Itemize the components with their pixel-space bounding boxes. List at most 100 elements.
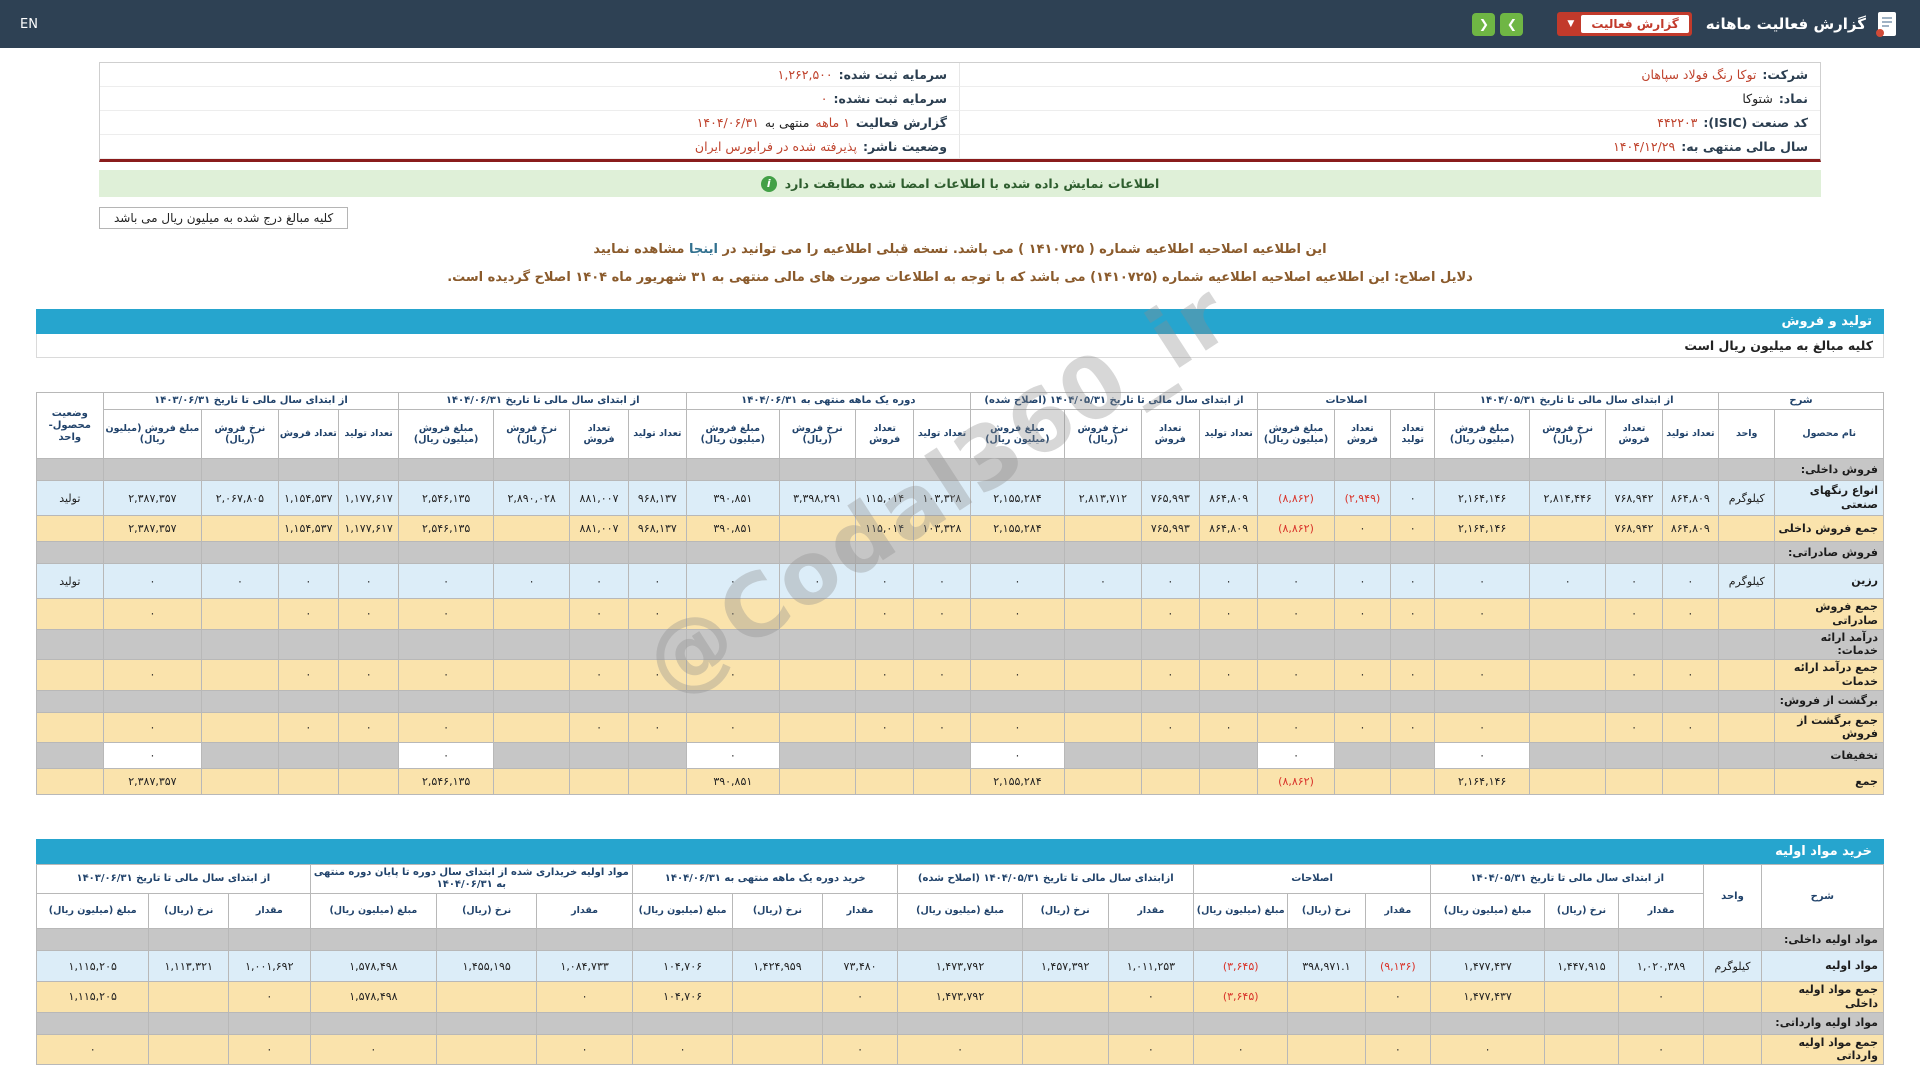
- table-cell: [103, 690, 202, 712]
- table-cell: ۱,۱۵۴,۵۳۷: [278, 481, 338, 516]
- column-group-header: شرح: [1761, 865, 1883, 929]
- table-cell: ۰: [970, 599, 1065, 630]
- table-cell: ۱۰۴,۷۰۶: [633, 982, 733, 1013]
- table-cell: ۰: [570, 660, 628, 691]
- table-cell: [1606, 542, 1662, 564]
- table-cell: ۰: [399, 743, 494, 769]
- table-cell: [1662, 542, 1718, 564]
- table-cell: ۳۹۸,۹۷۱.۱: [1288, 951, 1366, 982]
- table-cell: ۱,۱۵۴,۵۳۷: [278, 516, 338, 542]
- amounts-unit-note: کلیه مبالغ درج شده به میلیون ریال می باش…: [99, 207, 348, 229]
- table-cell: [1391, 743, 1435, 769]
- table-cell: جمع مواد اولیه داخلی: [1761, 982, 1883, 1013]
- column-header: مبلغ (میلیون ریال): [1430, 894, 1544, 929]
- table-cell: ۰: [822, 1034, 898, 1065]
- table-cell: [1704, 929, 1761, 951]
- table-cell: [779, 516, 855, 542]
- table-cell: ۰: [1435, 599, 1530, 630]
- table-cell: ۰: [493, 564, 569, 599]
- column-header: مبلغ (میلیون ریال): [1194, 894, 1288, 929]
- table-cell: ۸۶۴,۸۰۹: [1662, 516, 1718, 542]
- next-report-button[interactable]: ❯: [1500, 13, 1523, 36]
- table-cell: [1529, 743, 1605, 769]
- fiscal-year-end-value: ۱۴۰۴/۱۲/۲۹: [1613, 139, 1675, 154]
- table-row: رزینکیلوگرم۰۰۰۰۰۰۰۰۰۰۰۰۰۰۰۰۰۰۰۰۰۰۰تولید: [37, 564, 1884, 599]
- table-row: انواع رنگهای صنعتیکیلوگرم۸۶۴,۸۰۹۷۶۸,۹۴۲۲…: [37, 481, 1884, 516]
- table-cell: ۲,۵۴۶,۱۳۵: [399, 516, 494, 542]
- table-cell: [1141, 459, 1199, 481]
- column-group-header: از ابتدای سال مالی تا تاریخ ۱۴۰۳/۰۶/۳۱: [103, 393, 399, 410]
- table-cell: [779, 542, 855, 564]
- report-period-value: ۱ ماهه: [815, 115, 850, 130]
- column-group-header: وضعیت محصول-واحد: [37, 393, 104, 459]
- column-header: نرخ (ریال): [1545, 894, 1618, 929]
- table-cell: ۹۶۸,۱۳۷: [628, 481, 686, 516]
- company-name-value[interactable]: توکا رنگ فولاد سپاهان: [1641, 67, 1756, 82]
- table-cell: [570, 542, 628, 564]
- amounts-note-wrap: کلیه مبالغ درج شده به میلیون ریال می باش…: [99, 207, 1821, 229]
- section-header-raw-materials: خرید مواد اولیه: [36, 839, 1884, 864]
- table-cell: [1065, 660, 1141, 691]
- table-cell: [628, 743, 686, 769]
- table-cell: [1662, 459, 1718, 481]
- table-cell: [914, 743, 970, 769]
- table-cell: ۱,۰۰۱,۶۹۲: [229, 951, 311, 982]
- table-cell: ۰: [856, 564, 914, 599]
- table-cell: ۰: [229, 982, 311, 1013]
- table-cell: [1545, 1012, 1618, 1034]
- table-row: جمع مواد اولیه وارداتی۰۰۰۰۰۰۰۰۰۰۰۰: [37, 1034, 1884, 1065]
- amendment-reason-text: دلایل اصلاح: این اطلاعیه اصلاحیه اطلاعیه…: [447, 270, 1473, 285]
- report-type-dropdown[interactable]: گزارش فعالیت ▼: [1557, 12, 1691, 36]
- table-cell: [898, 1012, 1023, 1034]
- table-cell: ۲,۸۹۰,۰۲۸: [493, 481, 569, 516]
- table-cell: [1199, 542, 1257, 564]
- table-cell: [437, 982, 537, 1013]
- table-cell: ۰: [914, 712, 970, 743]
- table-cell: [779, 459, 855, 481]
- table-cell: ۰: [856, 712, 914, 743]
- table-cell: [1430, 929, 1544, 951]
- table-cell: ۰: [399, 599, 494, 630]
- table-cell: ۰: [628, 564, 686, 599]
- table-cell: ۰: [1199, 660, 1257, 691]
- table-cell: ۰: [970, 564, 1065, 599]
- table-cell: [338, 690, 398, 712]
- table-cell: [570, 690, 628, 712]
- table-cell: [1065, 712, 1141, 743]
- table-cell: [338, 459, 398, 481]
- table-cell: [1529, 459, 1605, 481]
- column-group-header: دوره یک ماهه منتهی به ۱۴۰۴/۰۶/۳۱: [687, 393, 971, 410]
- table-cell: [1529, 690, 1605, 712]
- previous-version-link[interactable]: اینجا: [689, 242, 718, 257]
- table-cell: [1435, 690, 1530, 712]
- table-cell: [493, 743, 569, 769]
- table-cell: ۰: [1258, 564, 1334, 599]
- table-cell: [1529, 599, 1605, 630]
- table-cell: (۳,۶۴۵): [1194, 951, 1288, 982]
- table-cell: مواد اولیه: [1761, 951, 1883, 982]
- table-cell: [1141, 743, 1199, 769]
- table-cell: رزین: [1775, 564, 1884, 599]
- column-group-header: از ابتدای سال مالی تا تاریخ ۱۴۰۴/۰۵/۳۱: [1435, 393, 1719, 410]
- table-row: جمع۲,۱۶۴,۱۴۶(۸,۸۶۲)۲,۱۵۵,۲۸۴۳۹۰,۸۵۱۲,۵۴۶…: [37, 769, 1884, 795]
- table-cell: ۰: [1199, 564, 1257, 599]
- column-group-header: اصلاحات: [1194, 865, 1431, 894]
- column-header: مقدار: [822, 894, 898, 929]
- table-cell: ۰: [914, 599, 970, 630]
- language-toggle-en[interactable]: EN: [20, 17, 38, 32]
- table-cell: ۰: [1435, 712, 1530, 743]
- column-group-header: اصلاحات: [1258, 393, 1435, 410]
- table-cell: ۱,۱۱۵,۲۰۵: [37, 951, 149, 982]
- table-cell: [914, 769, 970, 795]
- table-cell: [1065, 769, 1141, 795]
- table-cell: [687, 629, 780, 660]
- column-header: تعداد فروش: [1334, 410, 1390, 459]
- table-cell: انواع رنگهای صنعتی: [1775, 481, 1884, 516]
- previous-report-button[interactable]: ❮: [1472, 13, 1495, 36]
- table-cell: ۰: [570, 599, 628, 630]
- column-group-header: واحد: [1704, 865, 1761, 929]
- table-cell: [493, 542, 569, 564]
- table-cell: ۲,۰۶۷,۸۰۵: [202, 481, 278, 516]
- table-cell: [570, 769, 628, 795]
- table-cell: مواد اولیه داخلی:: [1761, 929, 1883, 951]
